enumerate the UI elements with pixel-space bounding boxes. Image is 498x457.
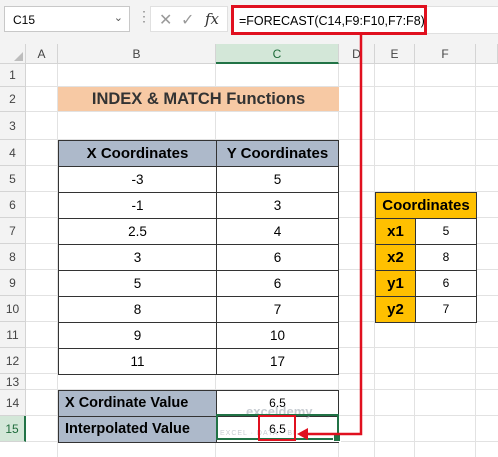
connector-arrow — [297, 35, 363, 440]
